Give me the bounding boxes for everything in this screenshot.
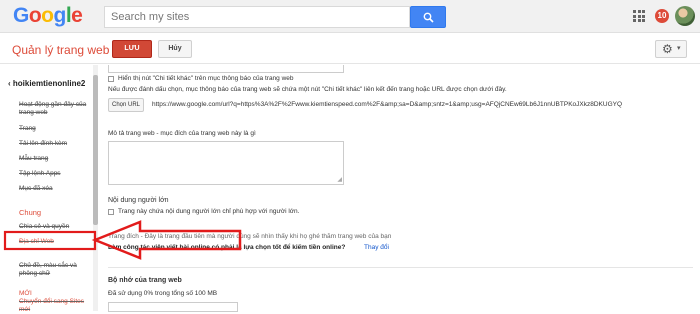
annotation-arrow (3, 220, 242, 260)
highlight-box (3, 230, 97, 251)
arrow-icon (91, 220, 242, 260)
